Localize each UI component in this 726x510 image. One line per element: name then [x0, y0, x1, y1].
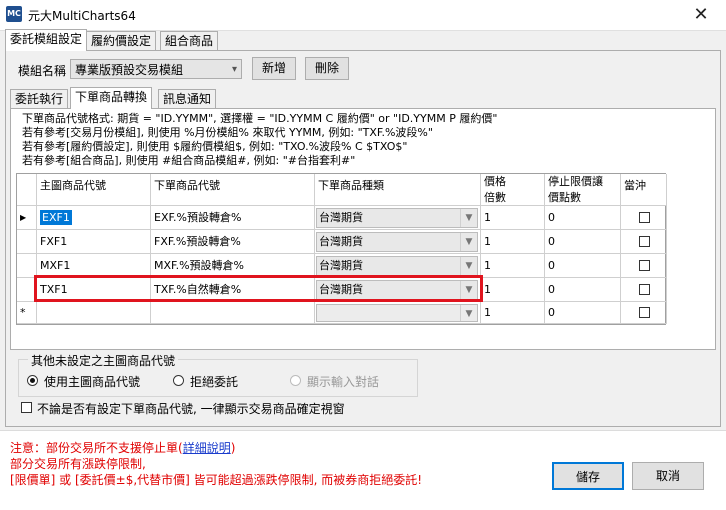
order-code-cell[interactable]: EXF.%預設轉倉%	[151, 206, 315, 230]
chevron-down-icon: ▼	[460, 209, 477, 227]
instruction-line: 若有參考[交易月份模組], 則使用 %月份模組% 來取代 YYMM, 例如: "…	[22, 126, 433, 139]
stop-cell[interactable]: 0	[545, 206, 621, 230]
type-select[interactable]: 台灣期貨 ▼	[316, 232, 478, 252]
radio-reject[interactable]	[173, 375, 184, 386]
chevron-down-icon: ▼	[460, 233, 477, 251]
col-header-multiplier: 價格倍數	[481, 174, 545, 206]
save-button[interactable]: 儲存	[552, 462, 624, 490]
col-header-type: 下單商品種類	[315, 174, 481, 206]
highlight-box	[34, 275, 483, 302]
main-code-cell[interactable]: FXF1	[37, 230, 151, 254]
row-marker[interactable]	[17, 230, 37, 254]
instruction-line: 下單商品代號格式: 期貨 = "ID.YYMM", 選擇權 = "ID.YYMM…	[22, 112, 498, 125]
instructions: 下單商品代號格式: 期貨 = "ID.YYMM", 選擇權 = "ID.YYMM…	[22, 112, 497, 168]
type-value: 台灣期貨	[319, 259, 363, 272]
type-select[interactable]: 台灣期貨 ▼	[316, 256, 478, 276]
main-code-value: EXF1	[40, 210, 72, 225]
tab-notification[interactable]: 訊息通知	[158, 89, 217, 109]
instruction-line: 若有參考[履約價設定], 則使用 $履約價模組$, 例如: "TXO.%波段% …	[22, 140, 408, 153]
radio-use-main-label[interactable]: 使用主圖商品代號	[44, 373, 140, 390]
note-line-3: [限價單] 或 [委託價±$,代替市價] 皆可能超過漲跌停限制, 而被券商拒絕委…	[10, 473, 423, 487]
grid-corner	[17, 174, 37, 206]
col-header-main: 主圖商品代號	[37, 174, 151, 206]
order-code-cell[interactable]	[151, 302, 315, 324]
new-button[interactable]: 新增	[252, 57, 296, 80]
tab-combo-product[interactable]: 組合商品	[160, 31, 219, 51]
daytrade-checkbox[interactable]	[639, 212, 650, 223]
radio-use-main[interactable]	[27, 375, 38, 386]
stop-cell[interactable]: 0	[545, 302, 621, 324]
chevron-down-icon: ▼	[460, 257, 477, 275]
radio-show-dialog[interactable]	[290, 375, 301, 386]
multiplier-cell[interactable]: 1	[481, 206, 545, 230]
chevron-down-icon: ▼	[460, 305, 477, 321]
daytrade-checkbox[interactable]	[639, 260, 650, 271]
main-code-cell[interactable]: EXF1	[37, 206, 151, 230]
daytrade-checkbox[interactable]	[639, 284, 650, 295]
type-select[interactable]: 台灣期貨 ▼	[316, 208, 478, 228]
stop-cell[interactable]: 0	[545, 230, 621, 254]
app-icon: MC	[6, 6, 22, 22]
type-value: 台灣期貨	[319, 211, 363, 224]
instruction-line: 若有參考[組合商品], 則使用 #組合商品模組#, 例如: "#台指套利#"	[22, 154, 356, 167]
other-group-title: 其他未設定之主圖商品代號	[28, 352, 179, 369]
note-line-1: 注意：部份交易所不支援停止單(詳細說明)	[10, 440, 235, 456]
type-select[interactable]: ▼	[316, 304, 478, 322]
note-line-2: 部分交易所有漲跌停限制,	[10, 457, 146, 471]
daytrade-checkbox[interactable]	[639, 236, 650, 247]
order-code-cell[interactable]: FXF.%預設轉倉%	[151, 230, 315, 254]
tab-order-conversion[interactable]: 下單商品轉換	[70, 87, 153, 109]
radio-reject-label[interactable]: 拒絕委託	[190, 373, 238, 390]
col-header-daytrade: 當沖	[621, 174, 667, 206]
close-icon[interactable]: ✕	[690, 4, 712, 26]
note-prefix: 注意：部份交易所不支援停止單(	[10, 441, 183, 455]
stop-cell[interactable]: 0	[545, 254, 621, 278]
tab-order-execution[interactable]: 委託執行	[10, 89, 69, 109]
row-marker[interactable]: *	[17, 302, 37, 324]
conversion-grid: 主圖商品代號 下單商品代號 下單商品種類 價格倍數 停止限價讓價點數 當沖 ▶ …	[16, 173, 667, 325]
col-header-order: 下單商品代號	[151, 174, 315, 206]
multiplier-cell[interactable]: 1	[481, 278, 545, 302]
always-show-checkbox[interactable]	[21, 402, 32, 413]
module-selected: 專業版預設交易模組	[75, 63, 184, 77]
main-code-cell[interactable]	[37, 302, 151, 324]
multiplier-cell[interactable]: 1	[481, 254, 545, 278]
tab-order-module[interactable]: 委託模組設定	[5, 29, 88, 51]
tab-strike-setting[interactable]: 履約價設定	[86, 31, 157, 51]
note-suffix: )	[230, 441, 236, 455]
always-show-label[interactable]: 不論是否有設定下單商品代號, 一律顯示交易商品確定視窗	[37, 400, 345, 417]
type-value: 台灣期貨	[319, 235, 363, 248]
daytrade-checkbox[interactable]	[639, 307, 650, 318]
row-marker[interactable]: ▶	[17, 206, 37, 230]
multiplier-cell[interactable]: 1	[481, 302, 545, 324]
cancel-button[interactable]: 取消	[632, 462, 704, 490]
radio-show-dialog-label[interactable]: 顯示輸入對話	[307, 373, 379, 390]
module-label: 模組名稱	[18, 64, 67, 78]
delete-button[interactable]: 刪除	[305, 57, 349, 80]
stop-cell[interactable]: 0	[545, 278, 621, 302]
details-link[interactable]: 詳細說明	[183, 441, 231, 455]
multiplier-cell[interactable]: 1	[481, 230, 545, 254]
title-bar: MC 元大MultiCharts64 ✕	[0, 0, 726, 31]
chevron-down-icon: ▾	[231, 64, 237, 75]
window-title: 元大MultiCharts64	[28, 9, 136, 23]
module-select[interactable]: 專業版預設交易模組 ▾	[70, 59, 242, 79]
col-header-stop: 停止限價讓價點數	[545, 174, 621, 206]
